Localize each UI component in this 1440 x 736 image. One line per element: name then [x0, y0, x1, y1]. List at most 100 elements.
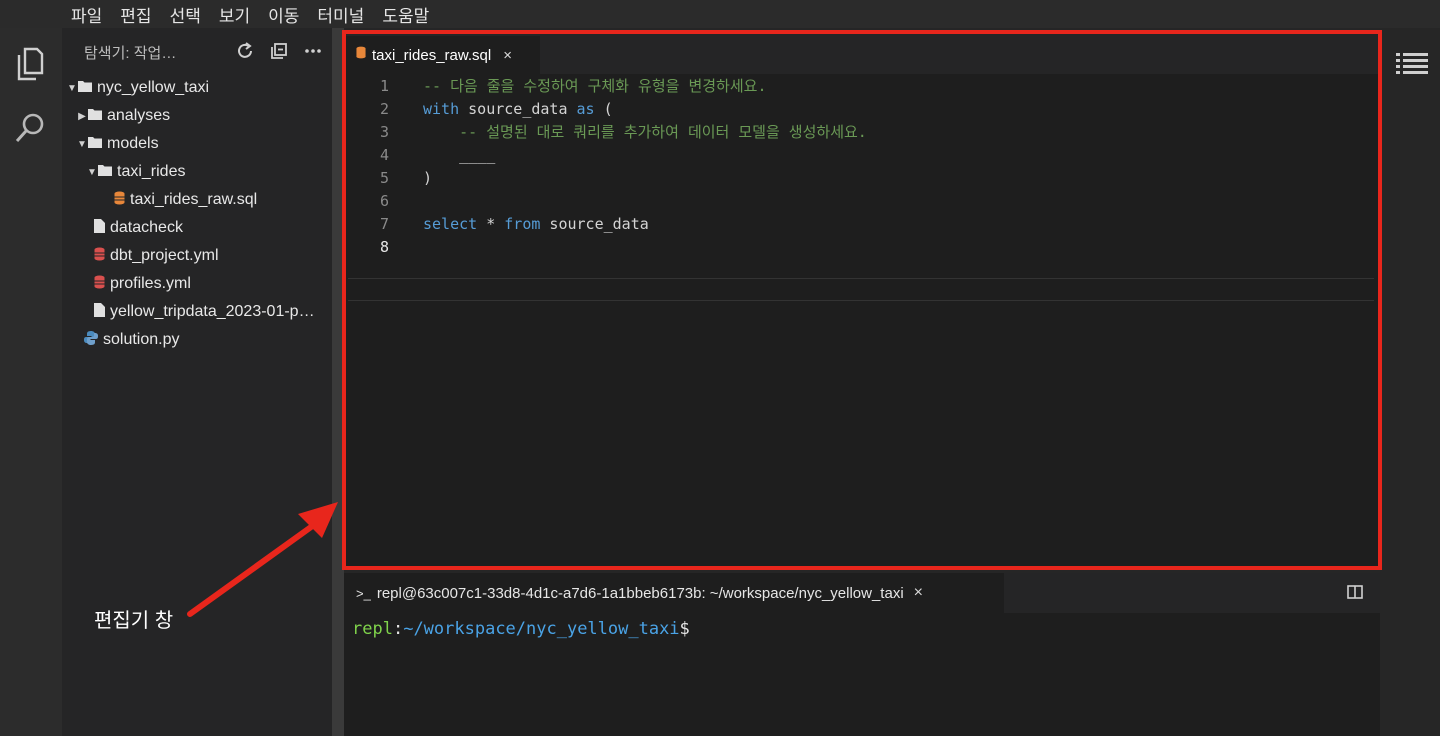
- line-number: 7: [379, 214, 389, 233]
- folder-icon: [98, 163, 112, 181]
- close-icon[interactable]: ×: [914, 584, 923, 602]
- annotation-label: 편집기 창: [94, 610, 174, 632]
- editor-pane: taxi_rides_raw.sql × 1 -- 다음 줄을 수정하여 구체화 …: [344, 28, 1380, 568]
- menu-go[interactable]: 이동: [259, 2, 308, 27]
- line-number: 8: [379, 237, 389, 256]
- chevron-down-icon: ▼: [67, 82, 77, 94]
- yaml-file-icon: [94, 247, 105, 266]
- code-token: -- 설명된 대로 쿼리를 추가하여 데이터 모델을 생성하세요.: [423, 123, 867, 141]
- menu-selection[interactable]: 선택: [161, 2, 210, 27]
- database-icon: [356, 46, 366, 64]
- prompt-colon: :: [392, 619, 404, 639]
- folder-icon: [88, 107, 102, 125]
- tab-label: taxi_rides_raw.sql: [372, 46, 492, 64]
- prompt-path: ~/workspace/nyc_yellow_taxi: [403, 619, 680, 639]
- tree-item-label: profiles.yml: [110, 275, 191, 292]
- file-icon: [94, 218, 105, 238]
- code-token: as: [576, 99, 595, 118]
- folder-icon: [88, 135, 102, 153]
- chevron-down-icon: ▼: [77, 138, 87, 150]
- outline-list-icon[interactable]: [1396, 52, 1428, 81]
- line-number: 6: [379, 191, 389, 210]
- chevron-down-icon: ▼: [87, 166, 97, 178]
- tab-taxi-rides-raw-sql[interactable]: taxi_rides_raw.sql ×: [344, 36, 540, 74]
- python-file-icon: [84, 330, 98, 350]
- line-number: 4: [379, 145, 389, 164]
- tree-item-label: nyc_yellow_taxi: [97, 79, 210, 96]
- code-line[interactable]: 1 -- 다음 줄을 수정하여 구체화 유형을 변경하세요.: [344, 74, 1374, 97]
- line-number: 2: [379, 99, 389, 118]
- line-number: 1: [379, 76, 389, 95]
- code-line[interactable]: 7 select * from source_data: [344, 212, 1374, 235]
- terminal-tab-label: repl@63c007c1-33d8-4d1c-a7d6-1a1bbeb6173…: [376, 584, 904, 602]
- editor-tab-bar: taxi_rides_raw.sql ×: [344, 28, 1380, 74]
- code-line[interactable]: 2 with source_data as (: [344, 97, 1374, 120]
- activity-bar: [0, 28, 62, 736]
- code-line[interactable]: 8: [344, 235, 1374, 258]
- code-token: select: [423, 214, 478, 233]
- code-token: *: [477, 214, 505, 233]
- menu-help[interactable]: 도움말: [373, 2, 438, 27]
- tree-item-label: yellow_tripdata_2023-01-p…: [110, 303, 315, 320]
- close-icon[interactable]: ×: [503, 47, 512, 64]
- collapse-all-icon[interactable]: [268, 40, 290, 62]
- split-panel-icon[interactable]: [1347, 585, 1363, 604]
- terminal-panel: >_ repl@63c007c1-33d8-4d1c-a7d6-1a1bbeb6…: [344, 573, 1380, 736]
- terminal-tab[interactable]: >_ repl@63c007c1-33d8-4d1c-a7d6-1a1bbeb6…: [344, 573, 1004, 613]
- code-line[interactable]: 3 -- 설명된 대로 쿼리를 추가하여 데이터 모델을 생성하세요.: [344, 120, 1374, 143]
- explorer-title: 탐색기: 작업…: [84, 44, 177, 62]
- code-token: with: [423, 99, 460, 118]
- tree-item-label: taxi_rides_raw.sql: [130, 191, 258, 208]
- more-actions-icon[interactable]: [302, 40, 324, 62]
- code-line[interactable]: 5): [344, 166, 1374, 189]
- code-line[interactable]: 6: [344, 189, 1374, 212]
- current-line-highlight: [348, 278, 1374, 301]
- code-token: -- 다음 줄을 수정하여 구체화 유형을 변경하세요.: [423, 77, 767, 95]
- tree-folder-models[interactable]: ▼ models: [62, 130, 346, 158]
- explorer-header: 탐색기: 작업…: [62, 28, 332, 76]
- explorer-icon[interactable]: [12, 46, 48, 82]
- prompt-user: repl: [352, 619, 393, 639]
- code-token: ): [423, 168, 433, 187]
- tree-file-dbt-project-yml[interactable]: dbt_project.yml: [62, 242, 364, 270]
- tree-item-label: solution.py: [103, 331, 180, 348]
- tree-folder-taxi-rides[interactable]: ▼ taxi_rides: [62, 158, 356, 186]
- terminal-tab-bar: >_ repl@63c007c1-33d8-4d1c-a7d6-1a1bbeb6…: [344, 573, 1380, 613]
- code-token: (: [594, 99, 613, 118]
- sidebar-resize-sash[interactable]: [332, 28, 344, 736]
- tree-item-label: analyses: [107, 107, 171, 124]
- tree-item-label: taxi_rides: [117, 163, 186, 180]
- code-token: from: [504, 214, 541, 233]
- right-panel-strip: [1380, 28, 1440, 736]
- menu-file[interactable]: 파일: [62, 2, 111, 27]
- tree-item-label: datacheck: [110, 219, 183, 236]
- menu-view[interactable]: 보기: [210, 2, 259, 27]
- search-icon[interactable]: [12, 110, 48, 146]
- tree-file-yellow-tripdata[interactable]: yellow_tripdata_2023-01-p…: [62, 298, 364, 326]
- refresh-icon[interactable]: [234, 40, 256, 62]
- file-icon: [94, 302, 105, 322]
- terminal-prompt[interactable]: repl:~/workspace/nyc_yellow_taxi$: [352, 619, 690, 639]
- chevron-right-icon: ▶: [78, 110, 86, 122]
- database-icon: [114, 191, 125, 210]
- menu-edit[interactable]: 편집: [111, 2, 160, 27]
- tree-item-label: dbt_project.yml: [110, 247, 219, 264]
- menu-terminal[interactable]: 터미널: [308, 2, 373, 27]
- line-number: 5: [379, 168, 389, 187]
- prompt-dollar: $: [679, 619, 690, 639]
- code-token: source_data: [459, 99, 577, 118]
- tree-item-label: models: [107, 135, 159, 152]
- tree-file-solution-py[interactable]: solution.py: [62, 326, 354, 354]
- tree-file-profiles-yml[interactable]: profiles.yml: [62, 270, 364, 298]
- terminal-icon: >_: [356, 585, 371, 601]
- folder-icon: [78, 79, 92, 97]
- code-token: source_data: [540, 214, 649, 233]
- tree-folder-analyses[interactable]: ▶ analyses: [62, 102, 346, 130]
- line-number: 3: [379, 122, 389, 141]
- yaml-file-icon: [94, 275, 105, 294]
- menu-bar: 파일 편집 선택 보기 이동 터미널 도움말: [0, 0, 1440, 28]
- tree-file-datacheck[interactable]: datacheck: [62, 214, 364, 242]
- tree-folder-nyc-yellow-taxi[interactable]: ▼ nyc_yellow_taxi: [62, 74, 336, 102]
- code-token: ____: [423, 145, 496, 164]
- code-line[interactable]: 4 ____: [344, 143, 1374, 166]
